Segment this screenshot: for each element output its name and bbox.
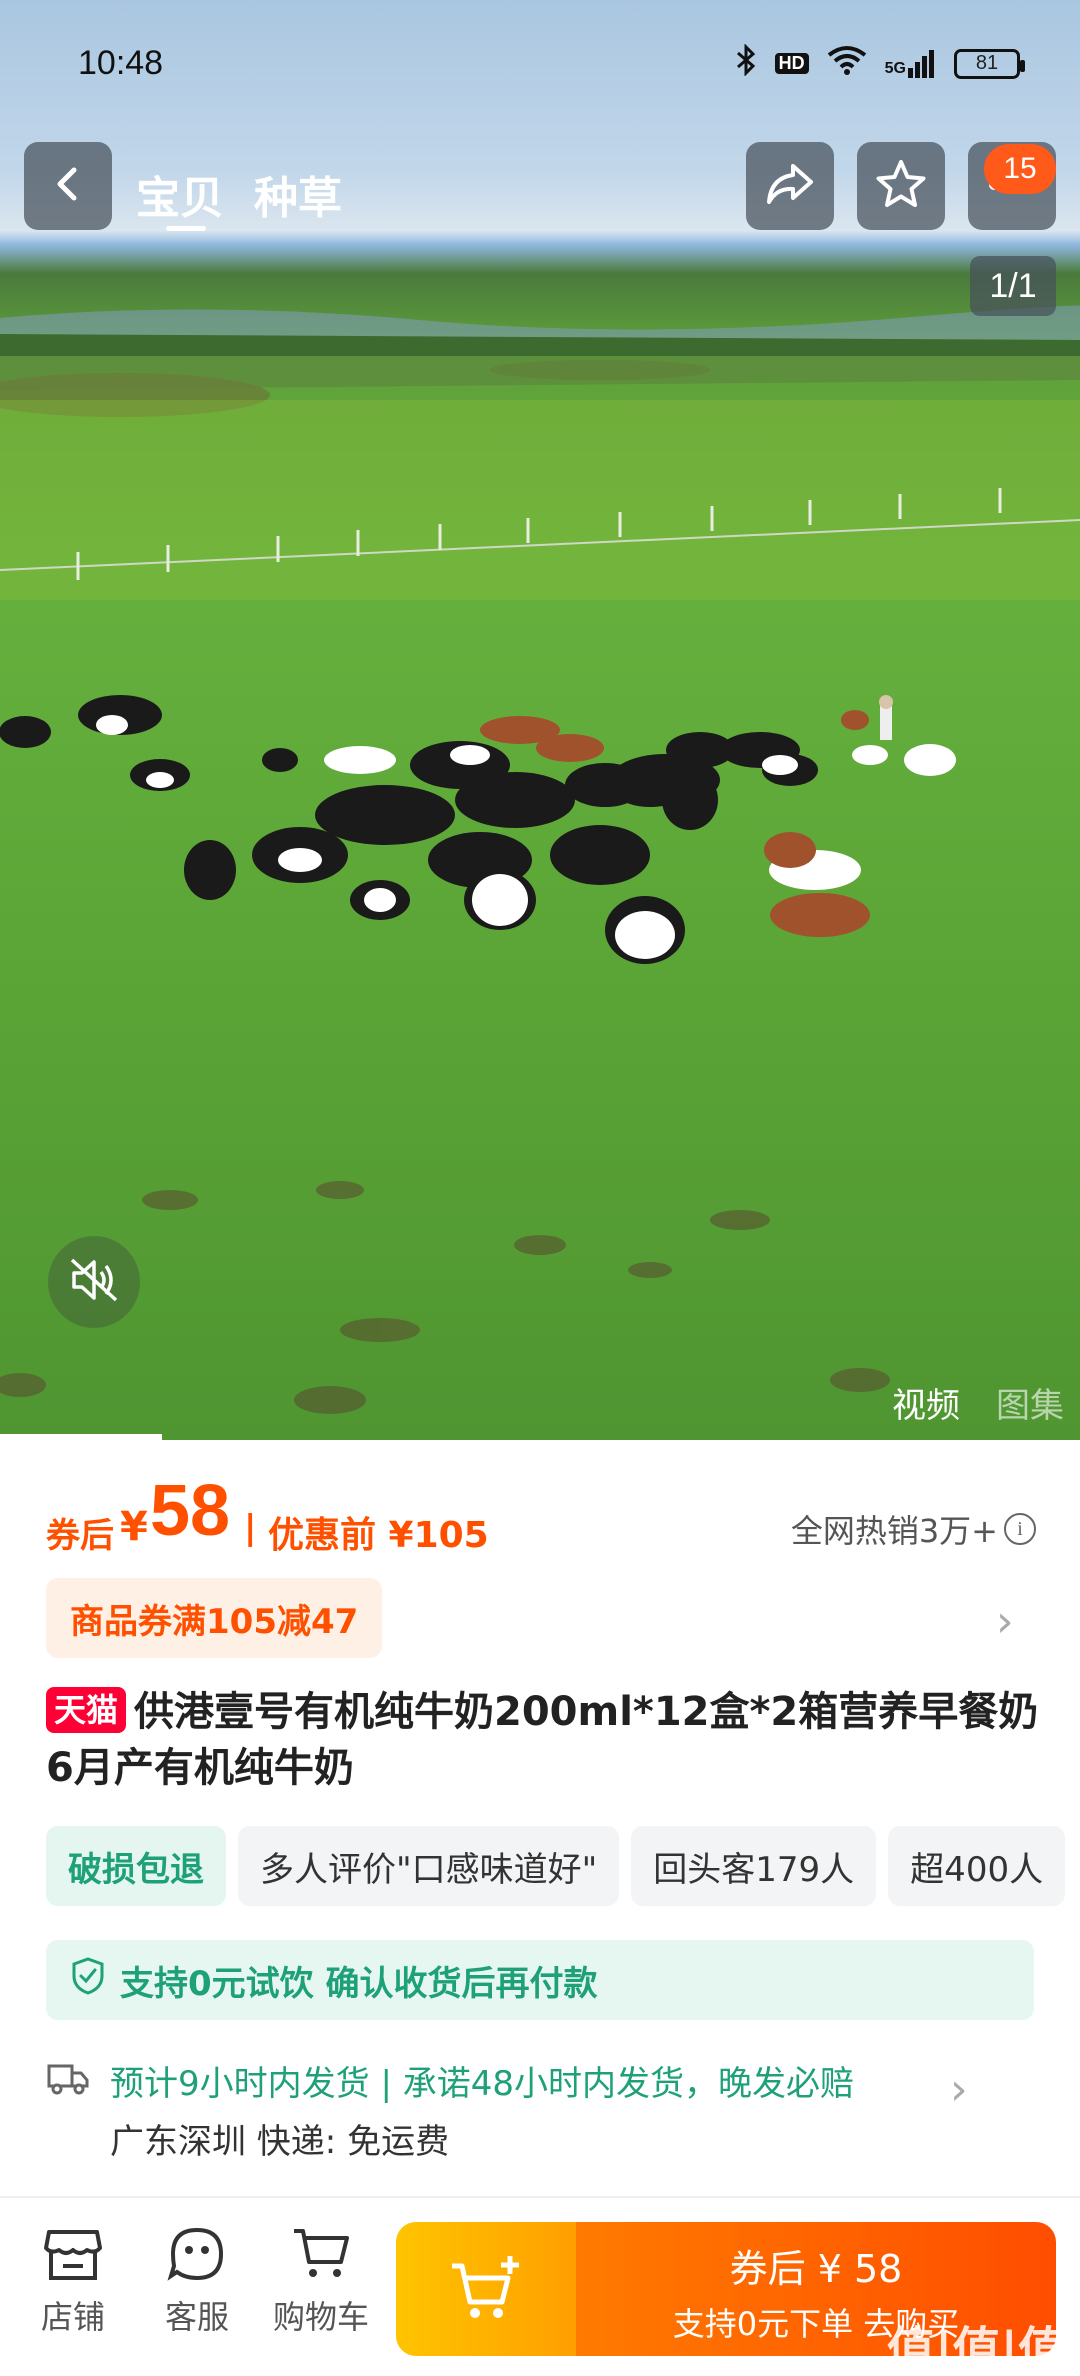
back-button[interactable] [24,142,112,230]
shop-button[interactable]: 店铺 [18,2226,128,2338]
shop-label: 店铺 [40,2298,105,2336]
service-label: 客服 [164,2298,229,2336]
top-nav: 宝贝 种草 [0,140,1080,236]
network-type-label: 5G [884,59,906,77]
price-currency: ¥ [120,1504,148,1550]
favorite-button[interactable] [857,142,945,230]
shield-check-icon [70,1956,106,2005]
tab-video[interactable]: 视频 [892,1378,960,1427]
tab-zhongcao[interactable]: 种草 [254,162,342,226]
info-icon: i [1004,1513,1036,1545]
product-title-text: 供港壹号有机纯牛奶200ml*12盒*2箱营养早餐奶6月产有机纯牛奶 [46,1689,1039,1791]
hd-icon: HD [774,53,809,74]
share-icon [765,162,815,210]
cart-label: 购物车 [272,2298,369,2336]
bluetooth-icon [735,43,757,83]
wifi-icon [827,45,867,82]
battery-indicator: 81 [954,48,1025,79]
tag-repeat-customers[interactable]: 回头客179人 [631,1826,877,1906]
shipping-info[interactable]: 预计9小时内发货 | 承诺48小时内发货，晚发必赔 广东深圳 快递: 免运费 [46,2056,1046,2176]
customer-service-button[interactable]: 客服 [142,2226,252,2338]
coupon-chip[interactable]: 商品券满105减47 [46,1578,383,1658]
price-prefix: 券后 [46,1516,114,1556]
tab-baobei[interactable]: 宝贝 [136,162,224,226]
price-row: 券后 ¥ 58 | 优惠前 ¥105 全网热销3万+ i [46,1470,1036,1570]
mute-button[interactable] [48,1236,140,1328]
back-icon [48,164,88,208]
hot-sale-text: 全网热销3万+ [790,1512,998,1550]
trial-banner[interactable]: 支持0元试饮 确认收货后再付款 [46,1940,1034,2020]
chevron-right-icon[interactable]: › [950,2064,968,2115]
trial-text: 支持0元试饮 确认收货后再付款 [120,1963,598,2004]
shipping-promise: 预计9小时内发货 | 承诺48小时内发货，晚发必赔 [110,2064,854,2104]
status-icons: HD 5G 81 [735,43,1025,83]
status-time: 10:48 [78,44,164,82]
service-icon [167,2227,227,2286]
hot-sale-info[interactable]: 全网热销3万+ i [791,1506,1036,1552]
cart-button[interactable]: 购物车 [266,2226,376,2338]
video-progress-bar [0,1434,162,1440]
star-icon [875,159,927,213]
add-to-cart-button[interactable] [396,2222,576,2356]
tag-review[interactable]: 多人评价"口感味道好" [238,1826,620,1906]
shipping-origin: 广东深圳 快递: 免运费 [110,2122,450,2162]
shop-icon [43,2230,103,2286]
truck-icon [46,2058,90,2102]
notification-badge: 15 [984,144,1056,194]
chevron-right-icon[interactable]: › [996,1596,1014,1647]
cart-plus-icon [448,2252,524,2326]
tab-gallery[interactable]: 图集 [996,1378,1064,1427]
feature-tags: 破损包退 多人评价"口感味道好" 回头客179人 超400人 [46,1826,1066,1906]
buy-price-text: 券后 ¥ 58 [729,2247,903,2291]
tmall-badge: 天猫 [46,1687,127,1733]
watermark-url: zhizhizhi.com [979,2358,1064,2374]
tag-damage-return[interactable]: 破损包退 [46,1826,226,1906]
divider [0,2196,1080,2198]
price-before-discount: 优惠前 ¥105 [268,1515,489,1556]
price-separator: | [244,1508,257,1548]
status-bar: 10:48 HD 5G 81 [0,0,1080,130]
tag-more[interactable]: 超400人 [888,1826,1066,1906]
active-tab-indicator [166,226,206,231]
5g-signal-icon: 5G [884,49,936,78]
cart-icon [291,2229,351,2286]
speaker-muted-icon [68,1256,120,1308]
product-title: 天猫 供港壹号有机纯牛奶200ml*12盒*2箱营养早餐奶6月产有机纯牛奶 [46,1684,1046,1796]
product-media[interactable]: 10:48 HD 5G 81 宝贝 种草 15 1/1 视频 图集 [0,0,1080,1440]
share-button[interactable] [746,142,834,230]
media-tabs: 视频 图集 [892,1378,1064,1427]
price-after-coupon: 58 [150,1471,231,1551]
media-page-indicator: 1/1 [970,256,1056,316]
